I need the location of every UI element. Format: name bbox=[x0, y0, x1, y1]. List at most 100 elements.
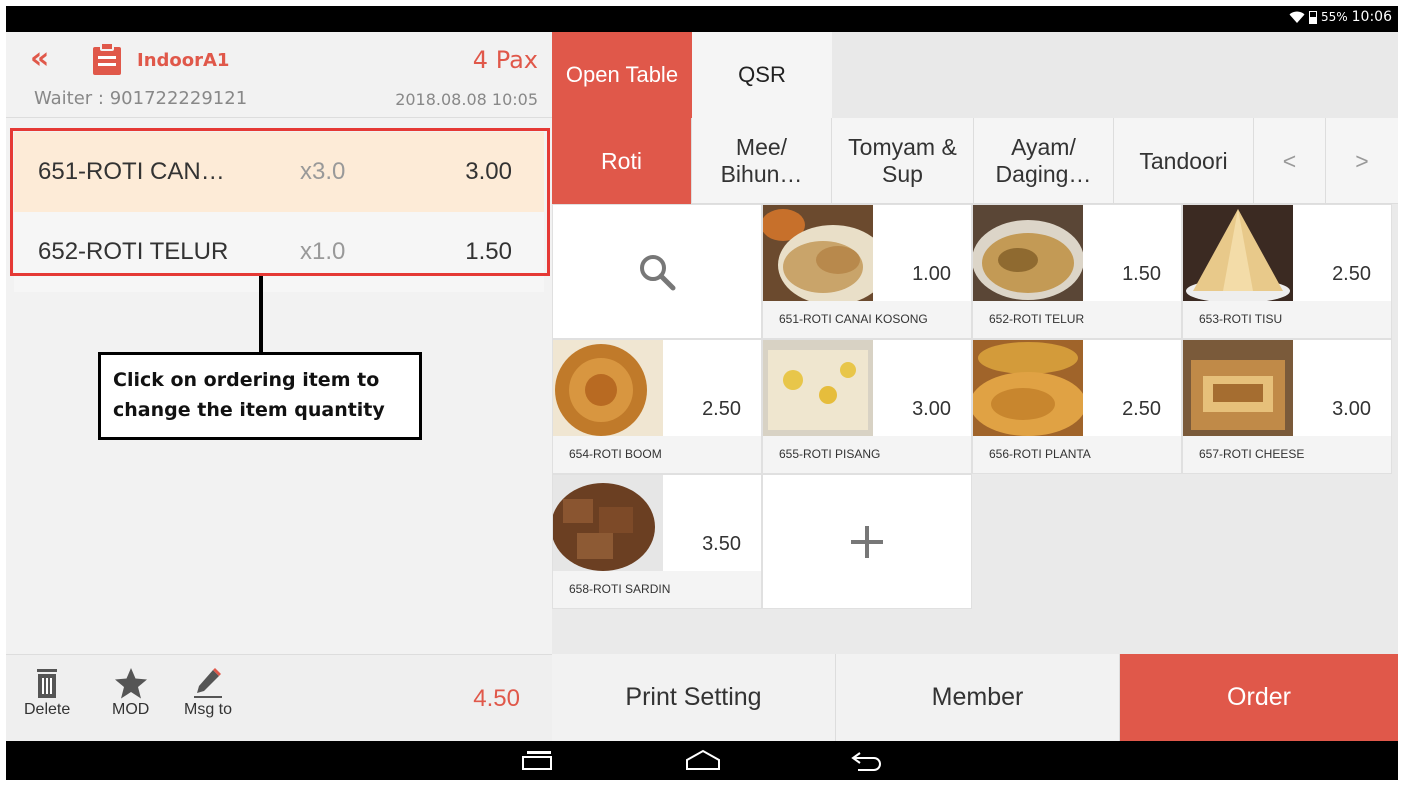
action-bar: Print Setting Member Order bbox=[552, 654, 1398, 741]
menu-item-price: 2.50 bbox=[1332, 263, 1371, 285]
food-photo bbox=[553, 475, 663, 573]
recent-apps-icon[interactable] bbox=[520, 749, 554, 771]
order-total: 4.50 bbox=[473, 685, 520, 712]
menu-item-card[interactable]: 1.50 652-ROTI TELUR bbox=[972, 204, 1182, 339]
menu-item-card[interactable]: 1.00 651-ROTI CANAI KOSONG bbox=[762, 204, 972, 339]
back-icon[interactable] bbox=[850, 749, 884, 771]
menu-item-name: 656-ROTI PLANTA bbox=[973, 436, 1181, 473]
member-button[interactable]: Member bbox=[836, 654, 1120, 741]
order-item-qty: x3.0 bbox=[300, 158, 346, 185]
food-photo bbox=[1183, 205, 1293, 303]
search-icon bbox=[640, 254, 676, 290]
pos-screen: 55% 10:06 « IndoorA1 4 Pax Waiter : 9017… bbox=[6, 6, 1398, 780]
menu-item-name: 655-ROTI PISANG bbox=[763, 436, 971, 473]
chevron-right-icon: > bbox=[1355, 147, 1369, 174]
food-photo bbox=[973, 205, 1083, 303]
category-next-button[interactable]: > bbox=[1326, 118, 1398, 204]
delete-label: Delete bbox=[24, 701, 71, 718]
category-label: Tomyam & bbox=[848, 134, 957, 160]
menu-item-card[interactable]: 3.00 655-ROTI PISANG bbox=[762, 339, 972, 474]
category-tabs: Roti Mee/Bihun… Tomyam & Sup Ayam/Daging…… bbox=[552, 118, 1398, 204]
system-nav-bar bbox=[6, 741, 1398, 780]
order-header: « IndoorA1 4 Pax Waiter : 901722229121 2… bbox=[6, 32, 552, 118]
order-item-name: 652-ROTI TELUR bbox=[38, 238, 229, 265]
tab-category-mee-bihun[interactable]: Mee/Bihun… bbox=[692, 118, 832, 204]
tab-category-roti[interactable]: Roti bbox=[552, 118, 692, 204]
menu-item-price: 1.00 bbox=[912, 263, 951, 285]
callout-line-2: change the item quantity bbox=[113, 399, 385, 421]
star-icon bbox=[114, 668, 147, 699]
category-label: Roti bbox=[601, 147, 642, 174]
category-label: Mee/ bbox=[735, 134, 788, 160]
order-toolbar: Delete MOD Msg to 4.50 bbox=[6, 654, 552, 741]
menu-item-price: 2.50 bbox=[702, 398, 741, 420]
category-label: Ayam/ bbox=[1011, 134, 1076, 160]
print-setting-button[interactable]: Print Setting bbox=[552, 654, 836, 741]
menu-item-price: 3.50 bbox=[702, 533, 741, 555]
delete-button[interactable]: Delete bbox=[24, 665, 70, 719]
category-label: Tandoori bbox=[1139, 147, 1228, 174]
tab-qsr[interactable]: QSR bbox=[692, 32, 832, 118]
order-list: 651-ROTI CAN… x3.0 3.00 652-ROTI TELUR x… bbox=[14, 132, 544, 292]
msg-to-button[interactable]: Msg to bbox=[184, 665, 232, 719]
tab-open-table[interactable]: Open Table bbox=[552, 32, 692, 118]
menu-item-name: 654-ROTI BOOM bbox=[553, 436, 761, 473]
order-item-name: 651-ROTI CAN… bbox=[38, 158, 225, 185]
callout-line-1: Click on ordering item to bbox=[113, 369, 380, 391]
food-photo bbox=[553, 340, 663, 438]
order-panel: « IndoorA1 4 Pax Waiter : 901722229121 2… bbox=[6, 32, 552, 741]
tab-category-tomyam-sup[interactable]: Tomyam & Sup bbox=[832, 118, 974, 204]
order-item-row[interactable]: 652-ROTI TELUR x1.0 1.50 bbox=[14, 212, 544, 292]
chevron-left-icon: < bbox=[1282, 147, 1297, 174]
order-item-qty: x1.0 bbox=[300, 238, 346, 265]
annotation-callout: Click on ordering item to change the ite… bbox=[98, 352, 422, 440]
menu-item-name: 658-ROTI SARDIN bbox=[553, 571, 761, 608]
trash-icon bbox=[37, 669, 58, 698]
add-item-button[interactable] bbox=[762, 474, 972, 609]
mod-label: MOD bbox=[112, 701, 150, 718]
clock: 10:06 bbox=[1351, 9, 1392, 25]
tab-category-tandoori[interactable]: Tandoori bbox=[1114, 118, 1254, 204]
menu-item-card[interactable]: 2.50 656-ROTI PLANTA bbox=[972, 339, 1182, 474]
menu-item-name: 657-ROTI CHEESE bbox=[1183, 436, 1391, 473]
tab-category-ayam-daging[interactable]: Ayam/Daging… bbox=[974, 118, 1114, 204]
order-button[interactable]: Order bbox=[1120, 654, 1398, 741]
pencil-icon bbox=[194, 668, 222, 698]
menu-item-price: 3.00 bbox=[1332, 398, 1371, 420]
search-button[interactable] bbox=[552, 204, 762, 339]
status-bar: 55% 10:06 bbox=[6, 6, 1398, 32]
menu-item-price: 3.00 bbox=[912, 398, 951, 420]
battery-icon bbox=[1308, 10, 1317, 24]
food-photo bbox=[763, 205, 873, 303]
back-double-chevron-icon[interactable]: « bbox=[30, 44, 49, 74]
food-photo bbox=[973, 340, 1083, 438]
menu-item-price: 1.50 bbox=[1122, 263, 1161, 285]
menu-item-card[interactable]: 3.00 657-ROTI CHEESE bbox=[1182, 339, 1392, 474]
order-item-row[interactable]: 651-ROTI CAN… x3.0 3.00 bbox=[14, 132, 544, 212]
clipboard-icon[interactable] bbox=[92, 42, 122, 76]
status-indicators: 55% 10:06 bbox=[1289, 9, 1392, 25]
category-prev-button[interactable]: < bbox=[1254, 118, 1326, 204]
table-name: IndoorA1 bbox=[137, 50, 230, 71]
menu-item-name: 651-ROTI CANAI KOSONG bbox=[763, 301, 971, 338]
wifi-icon bbox=[1289, 11, 1305, 23]
menu-panel: Open Table QSR Roti Mee/Bihun… Tomyam & S… bbox=[552, 32, 1398, 741]
menu-item-card[interactable]: 2.50 653-ROTI TISU bbox=[1182, 204, 1392, 339]
waiter-id: Waiter : 901722229121 bbox=[34, 88, 248, 109]
order-item-price: 3.00 bbox=[465, 158, 512, 185]
pax-count[interactable]: 4 Pax bbox=[473, 46, 538, 74]
home-icon[interactable] bbox=[684, 749, 722, 771]
order-item-price: 1.50 bbox=[465, 238, 512, 265]
annotation-connector-line bbox=[259, 276, 263, 352]
food-photo bbox=[763, 340, 873, 438]
category-label-2: Bihun… bbox=[720, 161, 803, 187]
battery-level: 55% bbox=[1320, 10, 1348, 24]
menu-item-card[interactable]: 3.50 658-ROTI SARDIN bbox=[552, 474, 762, 609]
mod-button[interactable]: MOD bbox=[112, 665, 149, 719]
menu-item-name: 653-ROTI TISU bbox=[1183, 301, 1391, 338]
category-label-2: Daging… bbox=[995, 161, 1092, 187]
category-label-2: Sup bbox=[882, 161, 923, 187]
plus-icon bbox=[851, 525, 883, 558]
menu-item-name: 652-ROTI TELUR bbox=[973, 301, 1181, 338]
menu-item-card[interactable]: 2.50 654-ROTI BOOM bbox=[552, 339, 762, 474]
